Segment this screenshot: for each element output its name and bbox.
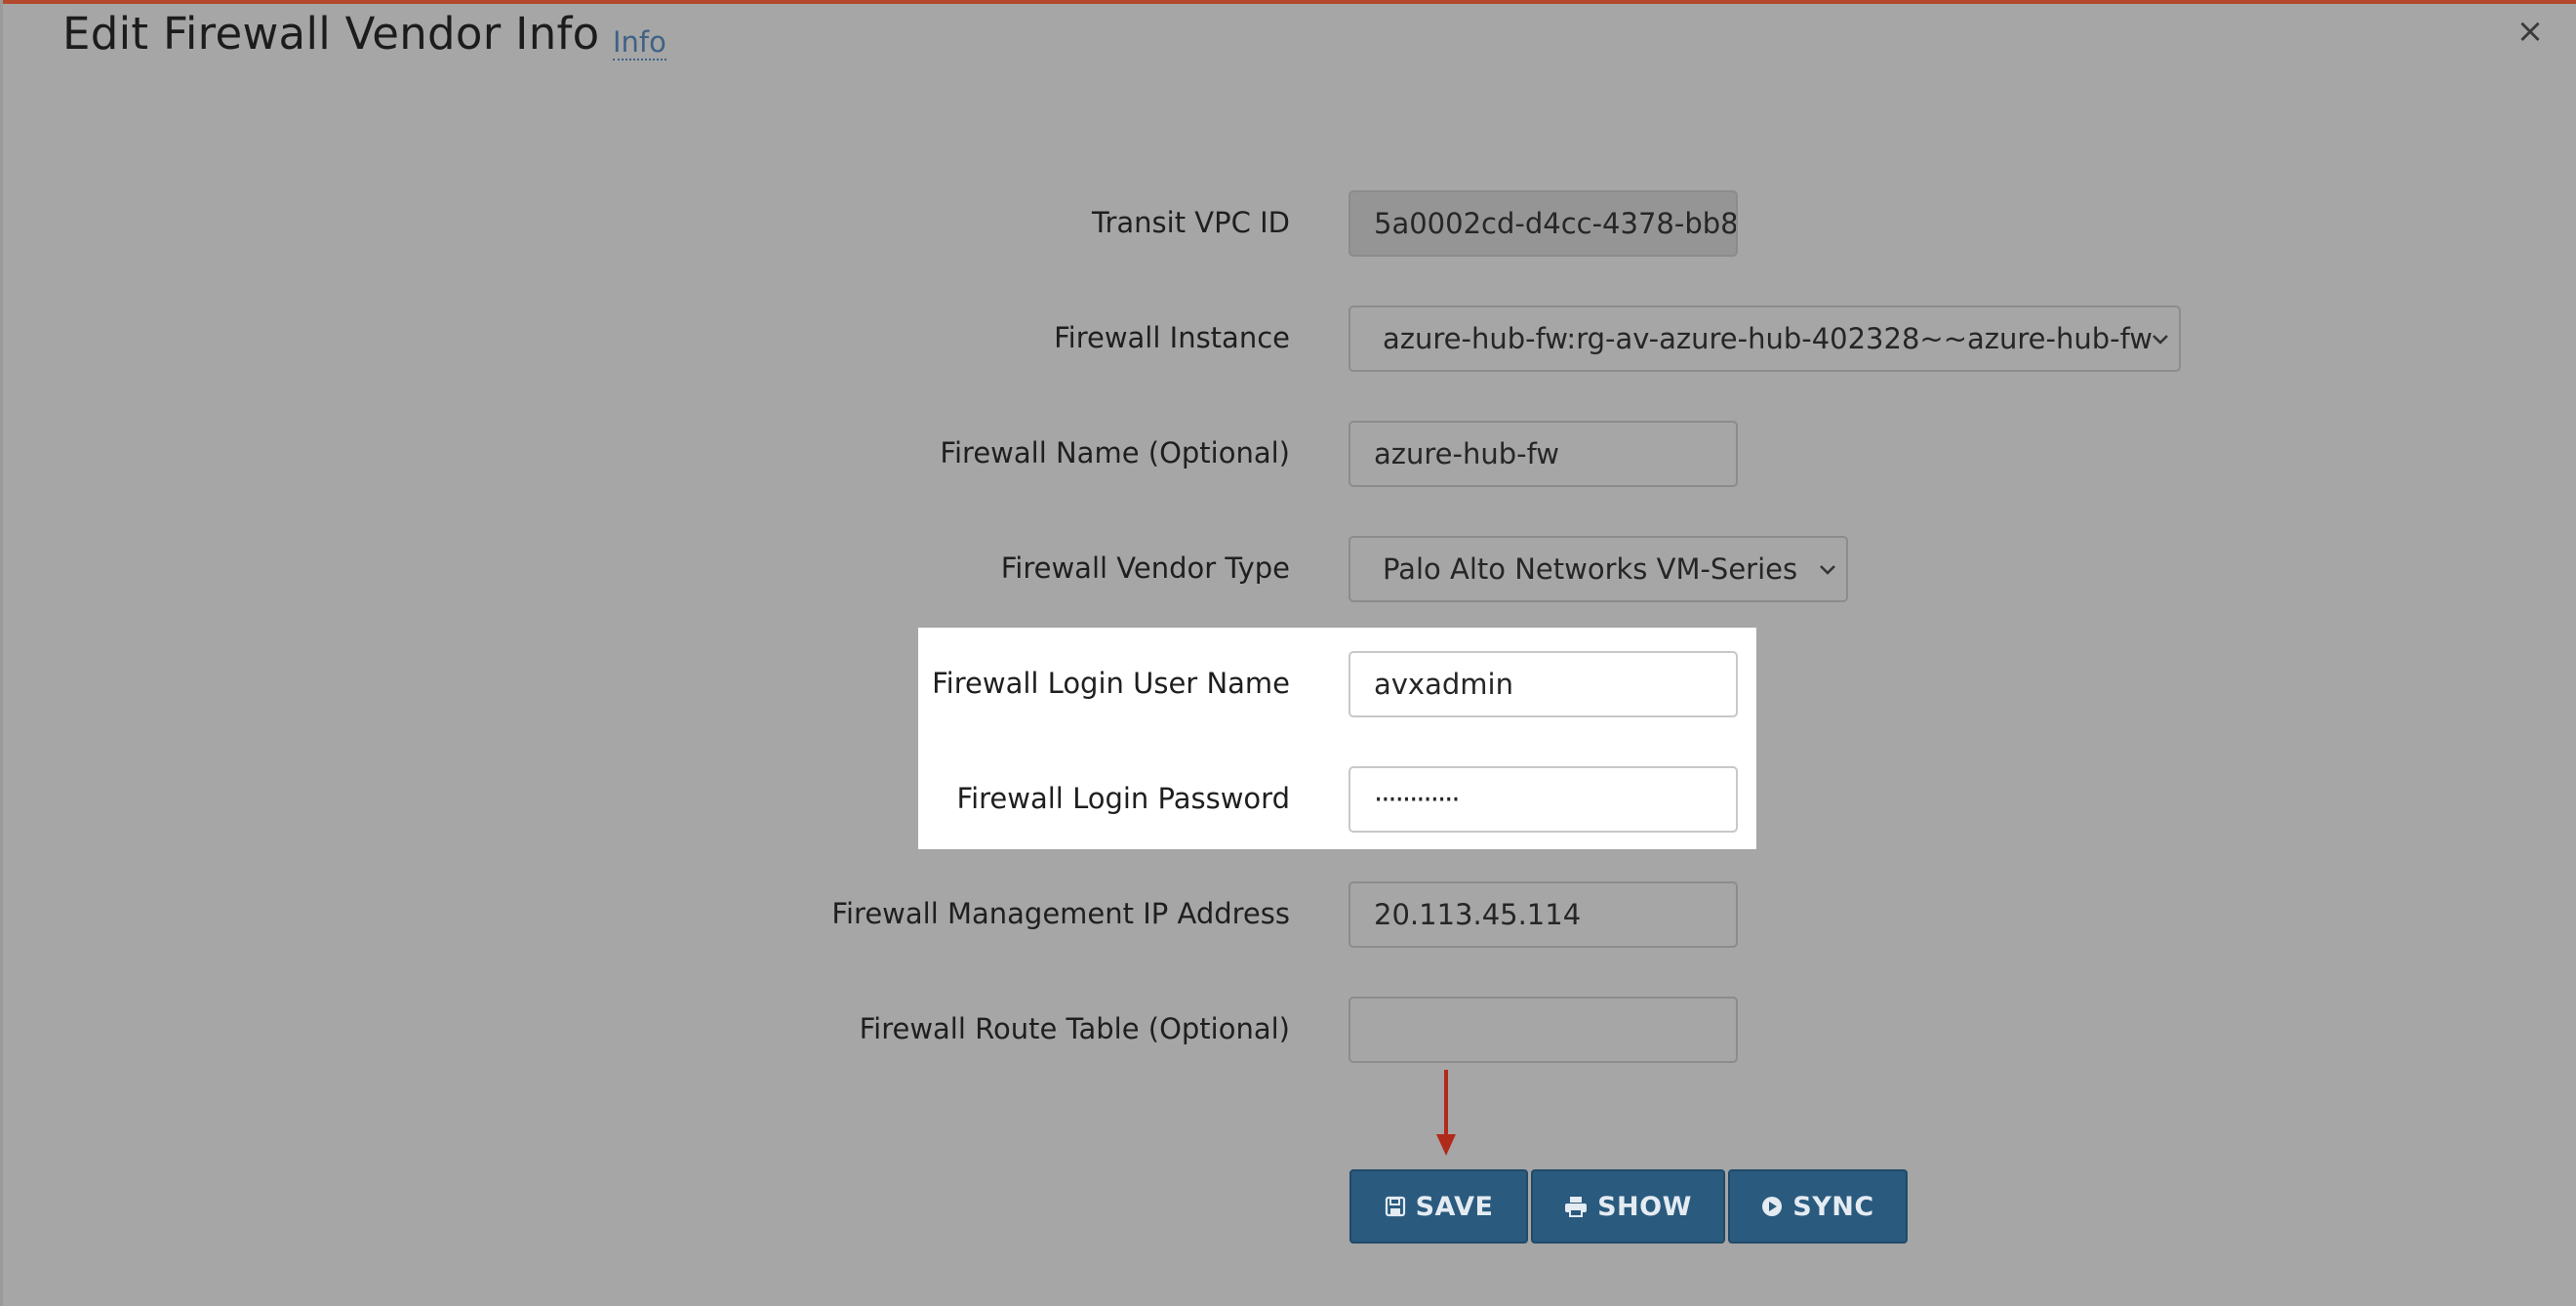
dialog-title: Edit Firewall Vendor Info xyxy=(62,8,600,60)
vendor-type-value: Palo Alto Networks VM-Series xyxy=(1383,552,1798,586)
firewall-name-label: Firewall Name (Optional) xyxy=(940,436,1290,469)
save-button-label: SAVE xyxy=(1415,1191,1494,1222)
sync-button-label: SYNC xyxy=(1792,1191,1874,1222)
login-password-label: Firewall Login Password xyxy=(956,782,1291,815)
info-link[interactable]: Info xyxy=(613,25,666,61)
close-icon[interactable]: × xyxy=(2514,12,2547,51)
vendor-type-label: Firewall Vendor Type xyxy=(1000,551,1290,585)
annotation-arrow-icon xyxy=(1436,1070,1456,1156)
vendor-type-select[interactable]: Palo Alto Networks VM-Series xyxy=(1348,536,1848,602)
chevron-down-icon xyxy=(1820,565,1835,575)
play-circle-icon xyxy=(1762,1197,1783,1216)
route-table-field[interactable] xyxy=(1348,997,1738,1063)
mgmt-ip-field[interactable]: 20.113.45.114 xyxy=(1348,881,1738,948)
login-user-label: Firewall Login User Name xyxy=(932,667,1290,700)
route-table-label: Firewall Route Table (Optional) xyxy=(859,1012,1290,1045)
printer-icon xyxy=(1565,1197,1588,1217)
login-user-field[interactable]: avxadmin xyxy=(1348,651,1738,717)
firewall-instance-label: Firewall Instance xyxy=(1054,321,1290,354)
transit-vpc-id-field[interactable]: 5a0002cd-d4cc-4378-bb8 xyxy=(1348,190,1738,257)
left-edge xyxy=(0,0,3,1306)
show-button[interactable]: SHOW xyxy=(1531,1169,1725,1244)
sync-button[interactable]: SYNC xyxy=(1728,1169,1908,1244)
mgmt-ip-label: Firewall Management IP Address xyxy=(831,897,1290,930)
firewall-name-field[interactable]: azure-hub-fw xyxy=(1348,421,1738,487)
top-accent-bar xyxy=(0,0,2576,4)
firewall-instance-select[interactable]: azure-hub-fw:rg-av-azure-hub-402328~~azu… xyxy=(1348,306,2181,372)
floppy-disk-icon xyxy=(1385,1196,1405,1217)
login-password-field[interactable]: ············ xyxy=(1348,766,1738,833)
firewall-instance-value: azure-hub-fw:rg-av-azure-hub-402328~~azu… xyxy=(1383,322,2153,355)
chevron-down-icon xyxy=(2153,335,2168,345)
show-button-label: SHOW xyxy=(1597,1191,1692,1222)
save-button[interactable]: SAVE xyxy=(1349,1169,1528,1244)
transit-vpc-id-label: Transit VPC ID xyxy=(1092,206,1290,239)
